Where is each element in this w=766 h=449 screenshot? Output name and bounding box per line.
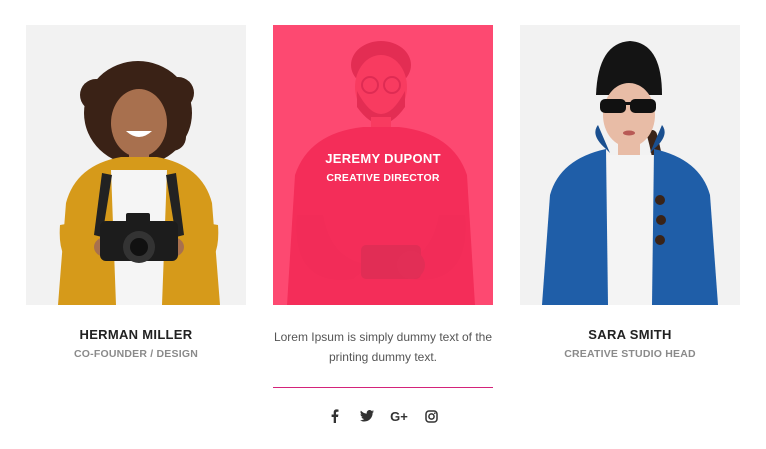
- instagram-icon[interactable]: [422, 407, 440, 425]
- team-card-sara-smith: SARA SMITH CREATIVE STUDIO HEAD: [520, 25, 740, 360]
- person-illustration: [542, 41, 718, 305]
- member-photo: [26, 25, 246, 305]
- member-description: Lorem Ipsum is simply dummy text of the …: [273, 330, 493, 364]
- google-plus-icon[interactable]: G+: [390, 407, 408, 425]
- twitter-icon[interactable]: [358, 407, 376, 425]
- member-name: HERMAN MILLER: [79, 327, 193, 342]
- social-links: G+: [273, 407, 493, 425]
- person-illustration: [58, 61, 220, 305]
- team-card-jeremy-dupont[interactable]: JEREMY DUPONT CREATIVE DIRECTOR Lorem Ip…: [273, 25, 493, 425]
- divider: [273, 387, 493, 388]
- member-role: CO-FOUNDER / DESIGN: [74, 348, 198, 360]
- member-name: SARA SMITH: [588, 327, 672, 342]
- member-role: CREATIVE DIRECTOR: [326, 172, 440, 184]
- member-photo: [520, 25, 740, 305]
- member-name: JEREMY DUPONT: [325, 151, 441, 166]
- team-card-herman-miller: HERMAN MILLER CO-FOUNDER / DESIGN: [26, 25, 246, 360]
- member-photo: JEREMY DUPONT CREATIVE DIRECTOR: [273, 25, 493, 305]
- member-role: CREATIVE STUDIO HEAD: [564, 348, 696, 360]
- facebook-icon[interactable]: [326, 407, 344, 425]
